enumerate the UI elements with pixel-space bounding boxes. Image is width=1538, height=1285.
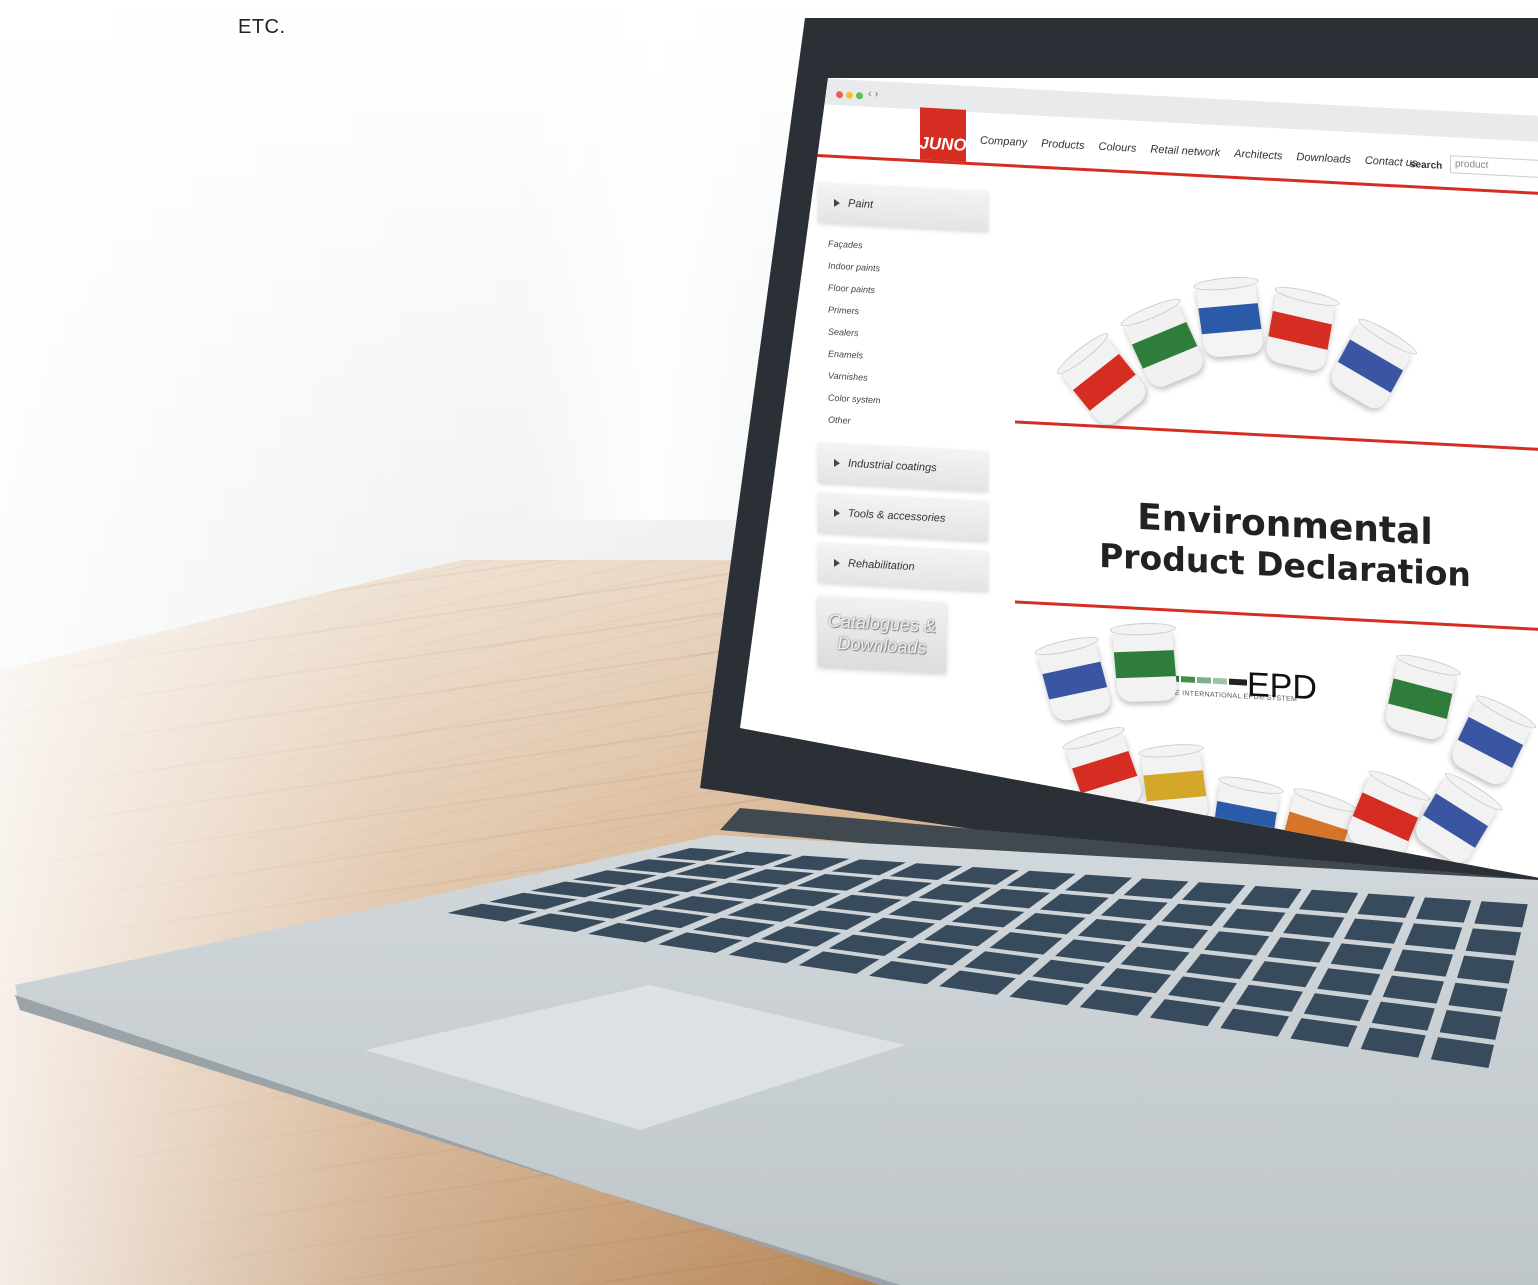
keyboard-key[interactable] xyxy=(1457,955,1515,984)
keyboard-key[interactable] xyxy=(979,888,1050,909)
keyboard-key[interactable] xyxy=(1393,949,1454,977)
keyboard-key[interactable] xyxy=(1290,1018,1358,1048)
keyboard-key[interactable] xyxy=(796,874,874,891)
keyboard-key[interactable] xyxy=(951,906,1025,928)
keyboard-key[interactable] xyxy=(1039,893,1109,915)
keyboard-key[interactable] xyxy=(1430,1037,1494,1068)
keyboard-key[interactable] xyxy=(857,878,933,897)
keyboard-key[interactable] xyxy=(1065,874,1133,895)
keyboard-key[interactable] xyxy=(964,951,1040,975)
keyboard-key[interactable] xyxy=(1303,993,1369,1022)
keyboard-key[interactable] xyxy=(939,970,1016,995)
keyboard-key[interactable] xyxy=(1251,961,1317,988)
keyboard-key[interactable] xyxy=(918,883,992,903)
keyboard-key[interactable] xyxy=(1357,893,1415,918)
keyboard-key[interactable] xyxy=(1161,903,1227,927)
keyboard-key[interactable] xyxy=(1182,882,1246,904)
keyboard-key[interactable] xyxy=(1077,919,1147,942)
keyboard-key[interactable] xyxy=(1298,889,1359,914)
keyboard-key[interactable] xyxy=(1344,918,1404,944)
keyboard-key[interactable] xyxy=(831,859,906,876)
keyboard-key[interactable] xyxy=(1360,1027,1426,1058)
keyboard-key[interactable] xyxy=(1439,1010,1501,1040)
keyboard-key[interactable] xyxy=(1330,943,1392,970)
keyboard-key[interactable] xyxy=(698,882,780,900)
keyboard-key[interactable] xyxy=(1014,913,1086,935)
keyboard-key[interactable] xyxy=(869,961,948,985)
keyboard-key[interactable] xyxy=(1404,923,1463,950)
keyboard-key[interactable] xyxy=(1240,886,1302,909)
keyboard-key[interactable] xyxy=(798,951,880,974)
keyboard-key[interactable] xyxy=(572,870,657,886)
keyboard-key[interactable] xyxy=(624,909,710,929)
keyboard-key[interactable] xyxy=(888,900,964,921)
keyboard-key[interactable] xyxy=(635,876,719,893)
keyboard-key[interactable] xyxy=(1055,939,1126,963)
keyboard-key[interactable] xyxy=(760,926,842,947)
keyboard-key[interactable] xyxy=(1100,968,1171,994)
keyboard-key[interactable] xyxy=(517,913,606,932)
keyboard-key[interactable] xyxy=(1235,984,1303,1012)
keyboard-key[interactable] xyxy=(1222,908,1286,932)
keyboard-keys[interactable] xyxy=(0,0,1538,1285)
keyboard-key[interactable] xyxy=(889,863,963,880)
keyboard[interactable] xyxy=(0,0,1538,1285)
keyboard-key[interactable] xyxy=(735,869,815,885)
keyboard-key[interactable] xyxy=(596,888,681,906)
keyboard-key[interactable] xyxy=(1448,982,1508,1012)
keyboard-key[interactable] xyxy=(1371,1001,1435,1031)
keyboard-key[interactable] xyxy=(557,901,644,919)
keyboard-key[interactable] xyxy=(661,896,745,914)
keyboard-key[interactable] xyxy=(858,917,936,939)
keyboard-key[interactable] xyxy=(1382,975,1444,1004)
keyboard-key[interactable] xyxy=(924,924,999,947)
keyboard-key[interactable] xyxy=(948,867,1019,885)
keyboard-key[interactable] xyxy=(1186,953,1254,980)
keyboard-key[interactable] xyxy=(1032,959,1106,984)
keyboard-key[interactable] xyxy=(825,894,902,914)
keyboard-key[interactable] xyxy=(614,859,697,874)
keyboard-key[interactable] xyxy=(1168,976,1237,1003)
keyboard-key[interactable] xyxy=(828,934,908,956)
keyboard-key[interactable] xyxy=(762,888,841,907)
keyboard-key[interactable] xyxy=(692,917,776,938)
keyboard-key[interactable] xyxy=(1009,980,1085,1006)
keyboard-key[interactable] xyxy=(1149,999,1221,1027)
keyboard-key[interactable] xyxy=(1204,931,1270,956)
keyboard-key[interactable] xyxy=(1317,968,1381,996)
keyboard-key[interactable] xyxy=(1123,878,1189,899)
keyboard-key[interactable] xyxy=(1267,937,1331,963)
keyboard-key[interactable] xyxy=(1006,870,1076,890)
keyboard-key[interactable] xyxy=(1283,913,1345,938)
keyboard-key[interactable] xyxy=(1474,901,1528,928)
keyboard-key[interactable] xyxy=(989,932,1063,955)
keyboard-key[interactable] xyxy=(1465,928,1522,956)
keyboard-key[interactable] xyxy=(727,903,808,922)
keyboard-key[interactable] xyxy=(1100,898,1168,921)
keyboard-key[interactable] xyxy=(1220,1008,1290,1037)
keyboard-key[interactable] xyxy=(793,910,872,930)
keyboard-key[interactable] xyxy=(588,922,675,943)
keyboard-key[interactable] xyxy=(1415,897,1472,923)
keyboard-key[interactable] xyxy=(675,864,756,879)
keyboard-key[interactable] xyxy=(1120,946,1190,971)
keyboard-key[interactable] xyxy=(530,881,618,898)
keyboard-key[interactable] xyxy=(658,932,743,953)
keyboard-key[interactable] xyxy=(728,941,811,964)
keyboard-key[interactable] xyxy=(896,942,974,966)
keyboard-key[interactable] xyxy=(1079,989,1153,1016)
keyboard-key[interactable] xyxy=(1141,925,1209,949)
